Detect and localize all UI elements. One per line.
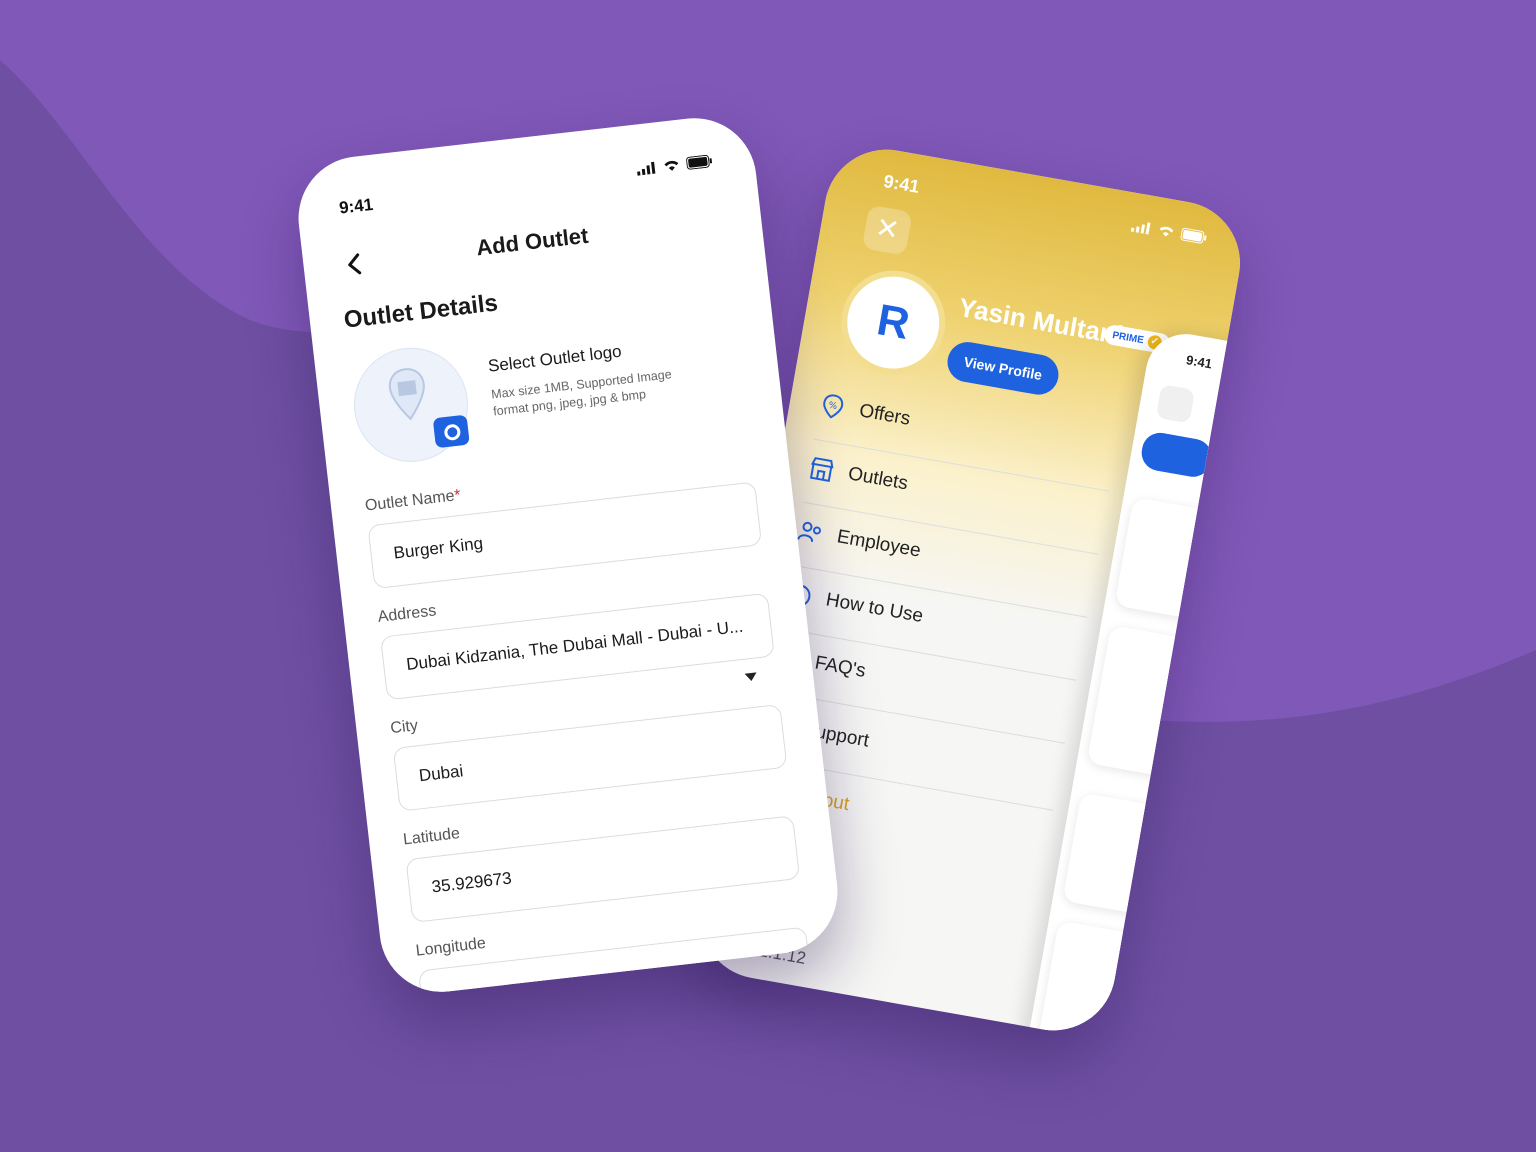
city-value: Dubai xyxy=(417,761,465,786)
store-pin-icon xyxy=(388,368,425,421)
peek-status-time: 9:41 xyxy=(1184,352,1214,372)
required-mark: * xyxy=(453,486,462,505)
wifi-icon xyxy=(664,160,679,171)
outlet-name-value: Burger King xyxy=(392,533,484,563)
signal-icon xyxy=(1130,221,1151,235)
longitude-label: Longitude xyxy=(414,934,487,960)
address-value: Dubai Kidzania, The Dubai Mall - Dubai -… xyxy=(405,616,745,674)
menu-label: Employee xyxy=(835,526,923,562)
store-icon xyxy=(809,457,834,482)
add-outlet-screen: 9:41 Add Outlet Outlet Details Select Ou… xyxy=(291,111,845,999)
battery-icon xyxy=(686,154,713,170)
latitude-label: Latitude xyxy=(402,825,461,849)
latitude-value: 35.929673 xyxy=(430,868,513,897)
latitude-input[interactable]: 35.929673 xyxy=(405,815,801,923)
avatar-initial: R xyxy=(873,295,914,350)
close-icon: ✕ xyxy=(873,211,902,246)
hamburger-icon xyxy=(1155,384,1196,424)
caret-down-icon[interactable] xyxy=(744,672,758,682)
menu-label: Offers xyxy=(857,400,912,430)
svg-text:%: % xyxy=(828,401,839,412)
menu-label: How to Use xyxy=(824,589,925,628)
logo-picker-title: Select Outlet logo xyxy=(487,341,623,376)
employee-icon xyxy=(797,521,822,542)
menu-label: Outlets xyxy=(846,463,910,495)
menu-label: FAQ's xyxy=(813,652,868,682)
status-time: 9:41 xyxy=(338,194,375,218)
outlet-logo-picker[interactable] xyxy=(347,341,475,468)
status-icons xyxy=(636,154,713,176)
camera-icon[interactable] xyxy=(432,414,470,449)
prime-badge-label: PRIME xyxy=(1111,329,1145,346)
offer-pin-icon: % xyxy=(823,394,844,419)
close-button[interactable]: ✕ xyxy=(861,204,913,256)
signal-icon xyxy=(636,161,656,176)
section-title: Outlet Details xyxy=(342,289,500,334)
address-label: Address xyxy=(376,602,438,626)
peek-tab xyxy=(1138,430,1215,480)
outlet-name-label: Outlet Name* xyxy=(364,486,462,515)
